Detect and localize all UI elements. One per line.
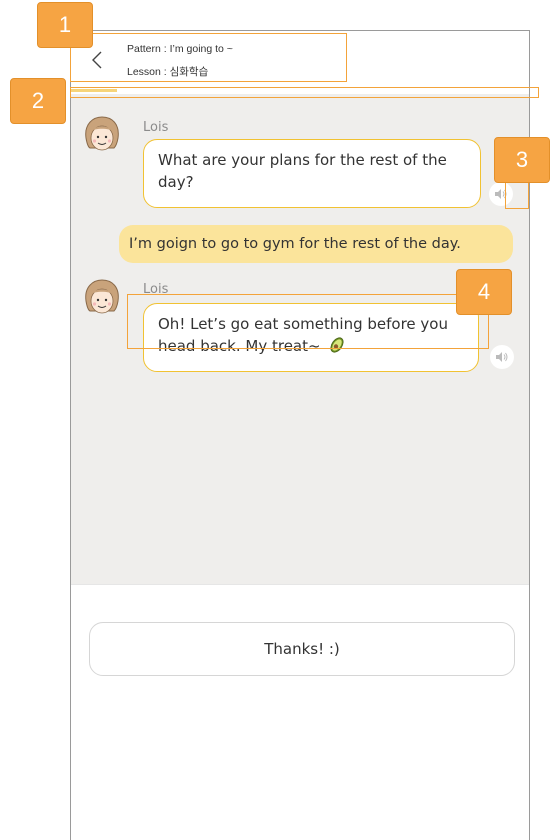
annotation-box-1 <box>70 33 347 82</box>
play-audio-button[interactable] <box>490 345 514 369</box>
user-message-bubble: I’m goign to go to gym for the rest of t… <box>119 225 513 263</box>
annotation-box-4 <box>127 294 489 349</box>
speaker-name: Lois <box>143 120 169 135</box>
annotation-badge-4: 4 <box>456 269 512 315</box>
answer-option-button[interactable]: Thanks! :) <box>89 622 515 676</box>
annotation-box-2 <box>70 87 539 98</box>
npc-message-bubble: What are your plans for the rest of the … <box>143 139 481 208</box>
lois-avatar <box>85 116 119 151</box>
lois-avatar <box>85 279 119 314</box>
annotation-badge-2: 2 <box>10 78 66 124</box>
annotation-badge-3: 3 <box>494 137 550 183</box>
phone-frame: Pattern : I’m going to ~ Lesson : 심화학습 L… <box>70 30 530 840</box>
speaker-icon <box>496 352 508 362</box>
annotation-badge-1: 1 <box>37 2 93 48</box>
